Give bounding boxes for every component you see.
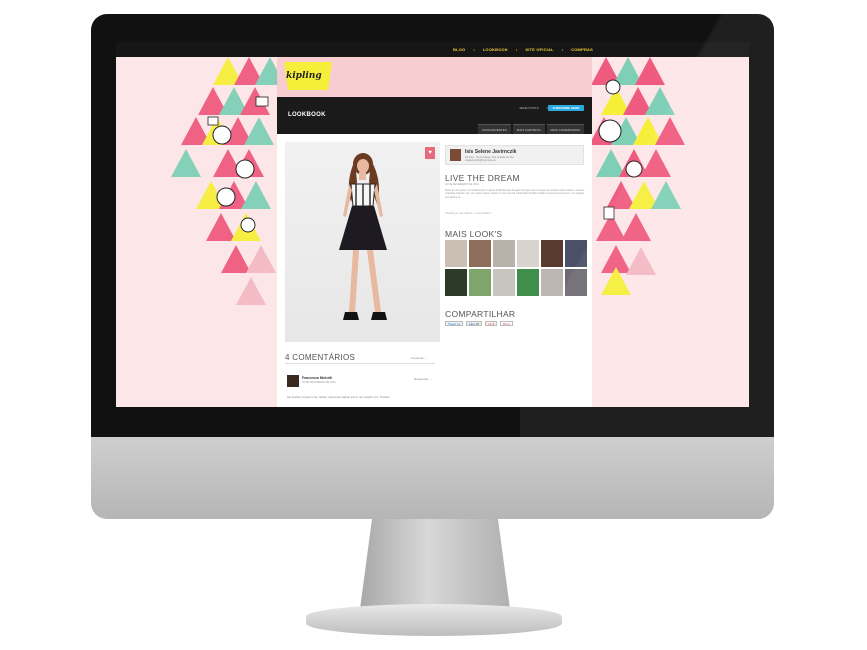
author-email: isisjavirnczik@hotmail.com xyxy=(465,159,497,163)
commenter-name[interactable]: Francesca Michelli xyxy=(302,376,332,380)
reply-link[interactable]: Responder → xyxy=(414,377,433,381)
model-figure xyxy=(339,153,387,320)
nav-separator: • xyxy=(561,47,564,52)
subscribe-button[interactable]: SUBSCRIBE HERE xyxy=(548,105,584,111)
screen: BLOG • LOOKBOOK • SITE OFICIAL • COMPRAS… xyxy=(116,42,749,407)
comment-text: Sei lauditus feugiat urna. Nullam maecen… xyxy=(287,395,390,399)
monitor-chin xyxy=(91,437,774,519)
look-thumbnail[interactable] xyxy=(469,240,491,267)
look-thumbnail[interactable] xyxy=(541,269,563,296)
tab-mais-comentados[interactable]: MAIS COMENTADOS xyxy=(546,124,584,134)
share-title: COMPARTILHAR xyxy=(445,309,516,319)
heart-icon[interactable]: ♥ xyxy=(425,147,435,159)
look-thumbnail[interactable] xyxy=(517,240,539,267)
look-thumbnail[interactable] xyxy=(493,269,515,296)
author-card: Isis Selene Javirnczik 20 anos · Porto A… xyxy=(445,145,584,165)
like-label: Like xyxy=(469,322,475,326)
look-thumbnail[interactable] xyxy=(445,240,467,267)
look-thumbnail[interactable] xyxy=(565,240,587,267)
nav-site-oficial[interactable]: SITE OFICIAL xyxy=(525,47,553,52)
pin-label: Pin it xyxy=(503,322,510,326)
more-looks-title: MAIS LOOK'S xyxy=(445,229,503,239)
kipling-logo[interactable]: kipling xyxy=(286,71,322,81)
pin-it-button[interactable]: Pin it xyxy=(500,321,513,326)
author-name[interactable]: Isis Selene Javirnczik xyxy=(465,149,516,155)
look-thumbnail[interactable] xyxy=(517,269,539,296)
plusone-label: +1 xyxy=(488,322,492,326)
look-date: 10 DE FEVEREIRO DE 2012 xyxy=(445,183,479,186)
comment-date: 10 DE FEVEREIRO DE 2012 xyxy=(302,381,336,384)
sort-tabs: MAIS RECENTES MAIS CURTIDOS MAIS COMENTA… xyxy=(478,124,584,134)
like-count: 38 xyxy=(475,322,479,326)
lookbook-panel: LOOKBOOK SEND POSTS LOGIN SUBSCRIBE HERE… xyxy=(277,97,592,407)
look-thumbnail[interactable] xyxy=(493,240,515,267)
nav-blog[interactable]: BLOG xyxy=(453,47,465,52)
divider xyxy=(285,363,435,364)
add-comment-link[interactable]: comentar → xyxy=(411,356,427,360)
nav-separator: • xyxy=(473,47,475,52)
monitor-stand-neck xyxy=(360,519,510,609)
look-thumbnail[interactable] xyxy=(565,269,587,296)
look-description: Proin ac nisi purus, id condimentum magn… xyxy=(445,189,585,199)
monitor: BLOG • LOOKBOOK • SITE OFICIAL • COMPRAS… xyxy=(0,0,867,650)
look-footer: Postado por Isis Selene · 4 comentários xyxy=(445,212,491,215)
page-title: LOOKBOOK xyxy=(288,112,326,118)
look-title: LIVE THE DREAM xyxy=(445,173,520,183)
panel-content: ♥ Isis Selene Javirnczik 20 anos · Porto… xyxy=(277,134,592,407)
monitor-stand-foot xyxy=(306,604,562,636)
look-thumbnail[interactable] xyxy=(541,240,563,267)
nav-lookbook[interactable]: LOOKBOOK xyxy=(483,47,508,52)
tweet-button[interactable]: Tweet 11 xyxy=(445,321,464,326)
send-posts-link[interactable]: SEND POSTS xyxy=(519,106,538,110)
more-looks-grid xyxy=(445,240,587,296)
google-plus-button[interactable]: +1 3 xyxy=(485,321,498,326)
author-meta: 20 anos · Porto Alegre, Rio Grande do Su… xyxy=(465,156,575,162)
nav-separator: • xyxy=(515,47,518,52)
look-photo[interactable] xyxy=(285,142,440,342)
tweet-label: Tweet xyxy=(448,322,457,326)
tab-mais-curtidos[interactable]: MAIS CURTIDOS xyxy=(512,124,545,134)
panel-header: LOOKBOOK SEND POSTS LOGIN SUBSCRIBE HERE… xyxy=(277,97,592,134)
tweet-count: 11 xyxy=(457,322,461,326)
comments-title: 4 COMENTÁRIOS xyxy=(285,353,356,362)
top-navigation: BLOG • LOOKBOOK • SITE OFICIAL • COMPRAS xyxy=(116,42,749,57)
look-thumbnail[interactable] xyxy=(445,269,467,296)
avatar[interactable] xyxy=(450,149,461,161)
share-buttons: Tweet 11 Like 38 +1 3 Pin it xyxy=(445,321,513,326)
look-thumbnail[interactable] xyxy=(469,269,491,296)
tab-mais-recentes[interactable]: MAIS RECENTES xyxy=(478,124,511,134)
nav-compras[interactable]: COMPRAS xyxy=(571,47,593,52)
plusone-count: 3 xyxy=(492,322,495,326)
avatar[interactable] xyxy=(287,375,299,387)
facebook-like-button[interactable]: Like 38 xyxy=(466,321,482,326)
